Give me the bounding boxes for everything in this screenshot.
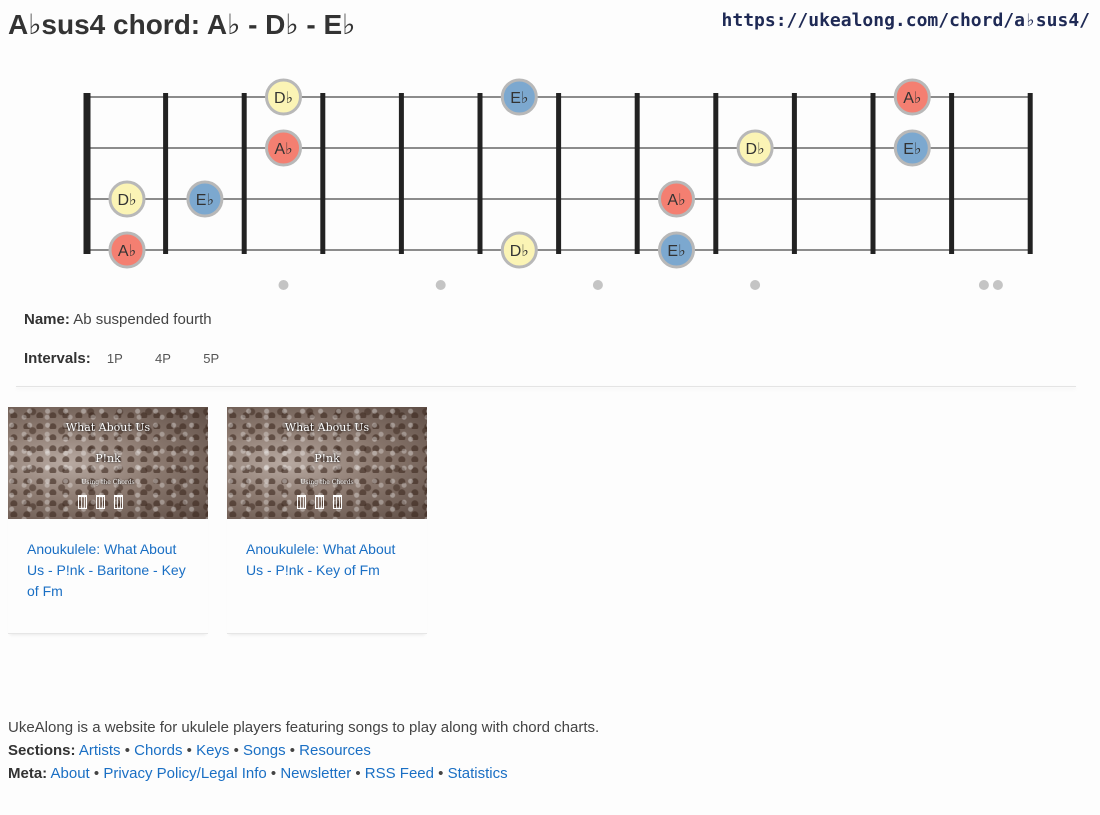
video-link[interactable]: Anoukulele: What About Us - P!nk - Key o… bbox=[246, 539, 407, 581]
section-divider bbox=[16, 386, 1076, 387]
note-label: E♭ bbox=[510, 90, 528, 107]
fret-marker-dot bbox=[750, 280, 761, 290]
note-label: A♭ bbox=[903, 90, 921, 107]
footer-link-privacy[interactable]: Privacy Policy/Legal Info bbox=[103, 765, 266, 782]
intervals-label: Intervals: bbox=[24, 350, 91, 367]
interval-fourth: 4P bbox=[155, 351, 171, 366]
thumbnail-chord-diagrams bbox=[78, 495, 123, 509]
note-label: A♭ bbox=[667, 192, 685, 209]
fret-marker-dot bbox=[592, 280, 603, 290]
footer-meta: Meta: About • Privacy Policy/Legal Info … bbox=[8, 765, 508, 782]
chord-name-row: Name: Ab suspended fourth bbox=[24, 311, 212, 328]
footer-link-statistics[interactable]: Statistics bbox=[448, 765, 508, 782]
thumbnail-subtitle: Using the Chords bbox=[300, 479, 354, 486]
note-label: E♭ bbox=[196, 192, 214, 209]
footer-link-chords[interactable]: Chords bbox=[134, 742, 182, 759]
footer-link-keys[interactable]: Keys bbox=[196, 742, 229, 759]
chord-name-value: Ab suspended fourth bbox=[73, 311, 212, 328]
note-label: D♭ bbox=[274, 90, 293, 107]
footer-about: UkeAlong is a website for ukulele player… bbox=[8, 719, 600, 736]
video-link[interactable]: Anoukulele: What About Us - P!nk - Barit… bbox=[27, 539, 188, 602]
footer-link-resources[interactable]: Resources bbox=[299, 742, 371, 759]
video-card: What About Us P!nk Using the Chords Anou… bbox=[227, 407, 427, 634]
fret-marker-dot bbox=[992, 280, 1003, 290]
note-label: E♭ bbox=[667, 243, 685, 260]
note-label: A♭ bbox=[274, 141, 292, 158]
page-title: A♭sus4 chord: A♭ - D♭ - E♭ bbox=[8, 9, 356, 40]
footer-link-about[interactable]: About bbox=[51, 765, 90, 782]
note-label: A♭ bbox=[118, 243, 136, 260]
footer-link-newsletter[interactable]: Newsletter bbox=[280, 765, 351, 782]
note-label: E♭ bbox=[903, 141, 921, 158]
fret-marker-dot bbox=[978, 280, 989, 290]
fret-marker-dot bbox=[435, 280, 446, 290]
video-thumbnail[interactable]: What About Us P!nk Using the Chords bbox=[8, 407, 208, 519]
thumbnail-chord-diagrams bbox=[297, 495, 342, 509]
video-thumbnail[interactable]: What About Us P!nk Using the Chords bbox=[227, 407, 427, 519]
interval-fifth: 5P bbox=[203, 351, 220, 366]
video-card: What About Us P!nk Using the Chords Anou… bbox=[8, 407, 208, 634]
page-url: https://ukealong.com/chord/a♭sus4/ bbox=[721, 10, 1090, 31]
note-label: D♭ bbox=[117, 192, 136, 209]
chord-name-label: Name: bbox=[24, 311, 70, 328]
thumbnail-artist: P!nk bbox=[314, 452, 340, 465]
footer-meta-label: Meta: bbox=[8, 765, 48, 782]
footer-sections: Sections: Artists • Chords • Keys • Song… bbox=[8, 742, 371, 759]
footer-link-artists[interactable]: Artists bbox=[79, 742, 121, 759]
note-label: D♭ bbox=[510, 243, 529, 260]
thumbnail-subtitle: Using the Chords bbox=[81, 479, 135, 486]
footer-link-rss[interactable]: RSS Feed bbox=[365, 765, 434, 782]
thumbnail-artist: P!nk bbox=[95, 452, 121, 465]
thumbnail-title: What About Us bbox=[284, 421, 370, 434]
note-label: D♭ bbox=[746, 141, 765, 158]
interval-root: 1P bbox=[106, 351, 123, 366]
fret-marker-dot bbox=[278, 280, 289, 290]
intervals-row: Intervals: 1P 4P 5P bbox=[24, 350, 235, 367]
footer-sections-label: Sections: bbox=[8, 742, 76, 759]
footer-link-songs[interactable]: Songs bbox=[243, 742, 286, 759]
thumbnail-title: What About Us bbox=[65, 421, 151, 434]
fretboard-diagram: D♭ E♭ A♭ A♭ D♭ E♭ D♭ E♭ A♭ A♭ D♭ E♭ bbox=[83, 78, 1033, 290]
